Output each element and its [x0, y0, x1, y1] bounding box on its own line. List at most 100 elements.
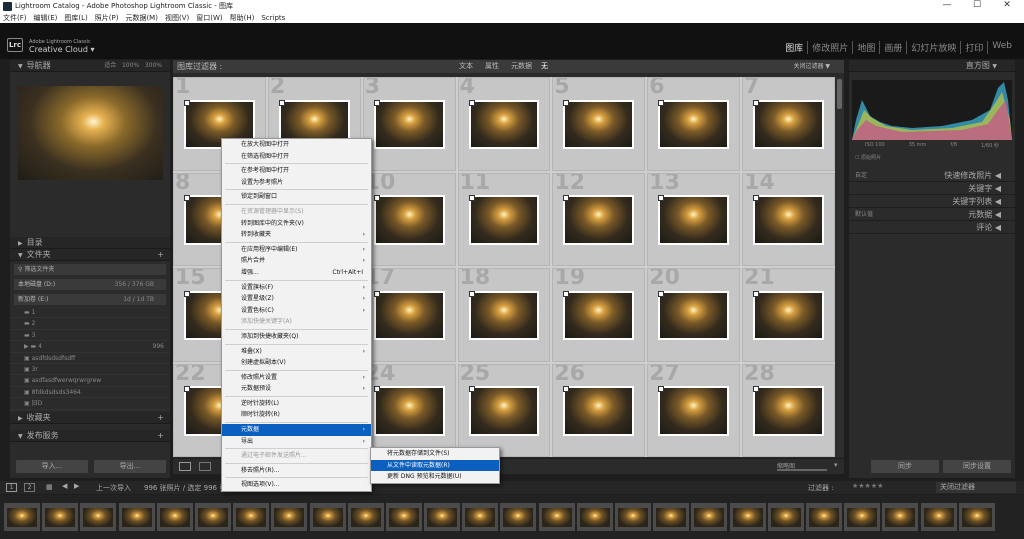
filmstrip-thumbnail[interactable]	[156, 503, 193, 531]
add-publish-icon[interactable]: +	[157, 430, 164, 442]
sync-settings-button[interactable]: 同步设置	[943, 460, 1011, 473]
folder-item[interactable]: ▣ 8fdkdsdsds3464	[10, 387, 170, 399]
photo-thumbnail[interactable]	[658, 386, 730, 436]
metadata-badge-icon[interactable]	[563, 290, 570, 297]
grid-cell[interactable]: 7	[742, 77, 835, 171]
metadata-badge-icon[interactable]	[753, 195, 760, 202]
filmstrip-thumbnail[interactable]	[538, 503, 575, 531]
filmstrip-thumbnail[interactable]	[118, 503, 155, 531]
grid-cell[interactable]: 10	[362, 172, 456, 266]
histogram-header[interactable]: 直方图 ▼	[849, 60, 1015, 72]
menu-item[interactable]: 添加到快捷收藏夹(Q)	[222, 331, 371, 343]
filter-none-tab[interactable]: 无	[541, 60, 548, 73]
module-map[interactable]: 地图	[852, 41, 879, 54]
filter-off-dropdown[interactable]: 关闭过滤器	[936, 482, 1016, 493]
menu-window[interactable]: 窗口(W)	[196, 13, 222, 23]
menu-item[interactable]: 将元数据存储到文件(S)	[371, 448, 499, 460]
grid-cell[interactable]: 18	[457, 268, 551, 362]
folder-item[interactable]: ▬ 1	[10, 307, 170, 319]
grid-icon[interactable]: ▦	[46, 483, 53, 491]
photo-thumbnail[interactable]	[563, 195, 635, 245]
menu-library[interactable]: 图库(L)	[64, 13, 87, 23]
grid-cell[interactable]: 5	[552, 77, 646, 171]
menu-item[interactable]: 从文件中读取元数据(R)	[371, 459, 499, 472]
metadata-badge-icon[interactable]	[183, 290, 190, 297]
folder-filter-input[interactable]: ⚲ 筛选文件夹	[14, 264, 166, 275]
menu-metadata[interactable]: 元数据(M)	[125, 13, 158, 23]
filmstrip-thumbnail[interactable]	[347, 503, 384, 531]
menu-item[interactable]: 转到图库中的文件夹(V)	[222, 218, 371, 230]
filmstrip-thumbnail[interactable]	[958, 503, 995, 531]
menu-item[interactable]: 顺时针旋转(R)	[222, 409, 371, 421]
menu-item[interactable]: 元数据预设 ›	[222, 383, 371, 395]
grid-cell[interactable]: 27	[647, 363, 741, 457]
metadata-badge-icon[interactable]	[278, 99, 285, 106]
filmstrip-thumbnail[interactable]	[576, 503, 613, 531]
metadata-badge-icon[interactable]	[373, 290, 380, 297]
add-folder-icon[interactable]: +	[157, 249, 164, 261]
photo-thumbnail[interactable]	[753, 386, 824, 436]
menu-item[interactable]: 导出 ›	[222, 436, 371, 448]
module-web[interactable]: Web	[987, 41, 1016, 54]
grid-cell[interactable]: 12	[552, 172, 646, 266]
metadata-badge-icon[interactable]	[468, 99, 475, 106]
metadata-badge-icon[interactable]	[563, 386, 570, 393]
filter-text-tab[interactable]: 文本	[459, 60, 473, 73]
menu-item[interactable]: 转到收藏夹 ›	[222, 229, 371, 241]
folder-item[interactable]: ▬ 3	[10, 330, 170, 342]
grid-view-icon[interactable]	[179, 462, 191, 471]
sync-button[interactable]: 同步	[871, 460, 939, 473]
menu-item[interactable]: 在筛选视图中打开	[222, 151, 371, 163]
brand-big-text[interactable]: Creative Cloud ▾	[29, 45, 95, 54]
filmstrip-thumbnail[interactable]	[729, 503, 766, 531]
metadata-badge-icon[interactable]	[753, 99, 760, 106]
grid-cell[interactable]: 21	[742, 268, 835, 362]
filmstrip-thumbnail[interactable]	[500, 503, 537, 531]
metadata-header[interactable]: 默认值 元数据 ◀	[849, 208, 1015, 221]
comments-header[interactable]: 评论 ◀	[849, 221, 1015, 234]
grid-cell[interactable]: 28	[742, 363, 835, 457]
photo-thumbnail[interactable]	[468, 99, 540, 150]
menu-item[interactable]: 堆叠(X) ›	[222, 346, 371, 358]
menu-item[interactable]: 在放大视图中打开	[222, 139, 371, 151]
keywording-header[interactable]: 关键字 ◀	[849, 182, 1015, 195]
menu-item[interactable]: 视图选项(V)...	[222, 479, 371, 491]
module-book[interactable]: 画册	[879, 41, 906, 54]
grid-scrollbar[interactable]	[835, 77, 844, 457]
zoom-100[interactable]: 100%	[122, 62, 139, 69]
menu-item[interactable]: 增强... Ctrl+Alt+I	[222, 267, 371, 279]
filmstrip-thumbnail[interactable]	[424, 503, 461, 531]
menu-item[interactable]: 创建虚拟副本(V)	[222, 357, 371, 369]
menu-item[interactable]: 移去照片(R)...	[222, 465, 371, 477]
menu-edit[interactable]: 编辑(E)	[34, 13, 58, 23]
menu-help[interactable]: 帮助(H)	[230, 13, 255, 23]
menu-file[interactable]: 文件(F)	[3, 13, 27, 23]
module-library[interactable]: 图库	[781, 41, 807, 54]
filter-metadata-tab[interactable]: 元数据	[511, 60, 532, 73]
keyword-list-header[interactable]: 关键字列表 ◀	[849, 195, 1015, 208]
menu-scripts[interactable]: Scripts	[261, 14, 285, 22]
metadata-badge-icon[interactable]	[468, 290, 475, 297]
rating-filter-stars[interactable]: ★★★★★	[852, 482, 883, 490]
metadata-badge-icon[interactable]	[658, 195, 665, 202]
original-photo-toggle[interactable]: ☐ 原始照片	[849, 154, 1015, 163]
photo-thumbnail[interactable]	[468, 195, 540, 245]
menu-photo[interactable]: 照片(P)	[95, 13, 119, 23]
filmstrip-thumbnail[interactable]	[309, 503, 346, 531]
folder-item[interactable]: ▣ 旧D	[10, 398, 170, 410]
photo-thumbnail[interactable]	[373, 290, 445, 341]
import-button[interactable]: 导入...	[16, 460, 88, 473]
menu-item[interactable]: 锁定到副窗口	[222, 191, 371, 203]
filmstrip-thumbnail[interactable]	[844, 503, 881, 531]
back-arrow-icon[interactable]: ◀	[62, 482, 67, 490]
grid-cell[interactable]: 6	[647, 77, 741, 171]
metadata-badge-icon[interactable]	[563, 99, 570, 106]
filmstrip-thumbnail[interactable]	[4, 503, 40, 531]
folder-item[interactable]: ▣ asdfasdfwerwqrwrgrew	[10, 375, 170, 387]
photo-thumbnail[interactable]	[563, 386, 635, 436]
metadata-preset[interactable]: 默认值	[855, 208, 873, 221]
menu-item[interactable]: 元数据 ›	[222, 424, 371, 436]
publish-header[interactable]: ▼ 发布服务 +	[10, 430, 170, 442]
filmstrip-thumbnail[interactable]	[42, 503, 79, 531]
thumbnail-size-slider[interactable]	[777, 469, 827, 471]
